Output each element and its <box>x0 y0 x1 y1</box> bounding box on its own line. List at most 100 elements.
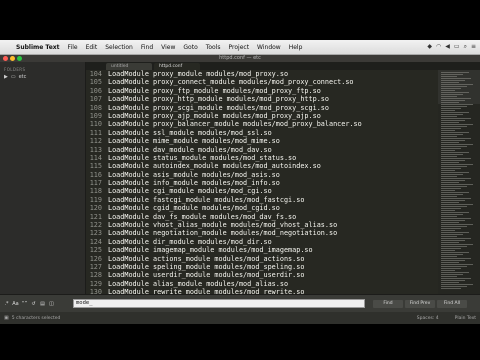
minimap-line <box>441 176 457 177</box>
in-selection-icon[interactable]: ▤ <box>39 300 46 307</box>
traffic-lights <box>3 56 22 61</box>
close-window-icon[interactable] <box>3 56 8 61</box>
find-all-button[interactable]: Find All <box>437 299 467 308</box>
sublime-window: httpd.conf — etc FOLDERS ▶ ▭ etc untitle… <box>0 55 480 324</box>
menu-project[interactable]: Project <box>225 44 254 51</box>
code-line[interactable]: 107 LoadModule proxy_http_module modules/… <box>86 95 438 103</box>
minimap-line <box>441 234 463 235</box>
minimap-line <box>441 164 473 165</box>
line-text: LoadModule proxy_scgi_module modules/mod… <box>108 103 329 112</box>
wifi-icon[interactable]: ◠ <box>436 43 441 51</box>
menu-tools[interactable]: Tools <box>202 44 225 51</box>
menubar-status-icons: ◆ ◠ ◀ ▭ ⌕ ≡ <box>427 43 480 51</box>
minimap-line <box>441 172 469 173</box>
code-line[interactable]: 124 LoadModule dir_module modules/mod_dir… <box>86 238 438 246</box>
spotlight-icon[interactable]: ⌕ <box>464 43 467 51</box>
dropbox-icon[interactable]: ◆ <box>427 43 432 51</box>
code-line[interactable]: 105 LoadModule proxy_connect_module modul… <box>86 78 438 86</box>
code-line[interactable]: 126 LoadModule actions_module modules/mod… <box>86 255 438 263</box>
menu-help[interactable]: Help <box>285 44 307 51</box>
minimap-line <box>441 100 465 101</box>
line-text: LoadModule fastcgi_module modules/mod_fa… <box>108 195 305 204</box>
minimap-line <box>441 88 461 89</box>
find-button[interactable]: Find <box>373 299 403 308</box>
code-line[interactable]: 123 LoadModule negotiation_module modules… <box>86 229 438 237</box>
line-number: 123 <box>89 229 102 238</box>
sidebar-folder-etc[interactable]: ▶ ▭ etc <box>0 73 85 81</box>
code-line[interactable]: 111 LoadModule ssl_module modules/mod_ssl… <box>86 129 438 137</box>
minimap-line <box>441 240 465 241</box>
minimap-line <box>441 156 457 157</box>
find-input[interactable]: mode_ <box>73 299 365 308</box>
minimap-line <box>441 200 465 201</box>
battery-icon[interactable]: ▭ <box>454 43 460 51</box>
code-line[interactable]: 112 LoadModule mime_module modules/mod_mi… <box>86 137 438 145</box>
wrap-icon[interactable]: ↺ <box>30 300 37 307</box>
disclosure-triangle-icon[interactable]: ▶ <box>4 74 8 80</box>
minimap-line <box>441 256 457 257</box>
minimap-line <box>441 218 471 219</box>
menu-file[interactable]: File <box>64 44 82 51</box>
line-text: LoadModule dir_module modules/mod_dir.so <box>108 237 272 246</box>
code-line[interactable]: 120 LoadModule cgid_module modules/mod_cg… <box>86 204 438 212</box>
minimap[interactable] <box>438 70 480 294</box>
minimap-line <box>441 196 457 197</box>
line-number: 127 <box>89 262 102 271</box>
minimap-line <box>441 266 467 267</box>
minimap-line <box>441 214 463 215</box>
minimap-line <box>441 280 465 281</box>
line-number: 116 <box>89 170 102 179</box>
status-syntax[interactable]: Plain Text <box>455 316 476 321</box>
menu-sublime-text[interactable]: Sublime Text <box>12 44 64 51</box>
tab-untitled[interactable]: untitled <box>106 63 152 70</box>
volume-icon[interactable]: ◀ <box>445 43 450 51</box>
find-prev-button[interactable]: Find Prev <box>405 299 435 308</box>
code-line[interactable]: 125 LoadModule imagemap_module modules/mo… <box>86 246 438 254</box>
menu-goto[interactable]: Goto <box>179 44 201 51</box>
line-number: 105 <box>89 78 102 87</box>
status-indentation[interactable]: Spaces: 4 <box>417 316 439 321</box>
tab-httpd-conf[interactable]: httpd.conf <box>154 63 200 70</box>
line-text: LoadModule vhost_alias_module modules/mo… <box>108 221 338 230</box>
code-line[interactable]: 110 LoadModule proxy_balancer_module modu… <box>86 120 438 128</box>
code-line[interactable]: 129 LoadModule alias_module modules/mod_a… <box>86 280 438 288</box>
minimap-line <box>441 86 467 87</box>
minimap-line <box>441 170 455 171</box>
notification-center-icon[interactable]: ≡ <box>471 43 476 51</box>
code-line[interactable]: 114 LoadModule status_module modules/mod_… <box>86 154 438 162</box>
code-line[interactable]: 122 LoadModule vhost_alias_module modules… <box>86 221 438 229</box>
code-line[interactable]: 121 LoadModule dav_fs_module modules/mod_… <box>86 213 438 221</box>
minimize-window-icon[interactable] <box>10 56 15 61</box>
code-line[interactable]: 128 LoadModule userdir_module modules/mod… <box>86 271 438 279</box>
whole-word-icon[interactable]: “” <box>21 300 28 307</box>
minimap-line <box>441 110 455 111</box>
code-line[interactable]: 119 LoadModule fastcgi_module modules/mod… <box>86 196 438 204</box>
code-line[interactable]: 109 LoadModule proxy_ajp_module modules/m… <box>86 112 438 120</box>
code-editor[interactable]: 104 LoadModule proxy_module modules/mod_p… <box>86 70 438 294</box>
regex-icon[interactable]: .* <box>3 300 10 307</box>
minimap-line <box>441 184 473 185</box>
minimap-line <box>441 238 471 239</box>
panel-toggle-icon[interactable]: ▣ <box>4 315 9 321</box>
code-line[interactable]: 104 LoadModule proxy_module modules/mod_p… <box>86 70 438 78</box>
minimap-line <box>441 270 455 271</box>
line-number: 110 <box>89 120 102 129</box>
code-line[interactable]: 113 LoadModule dav_module modules/mod_dav… <box>86 146 438 154</box>
line-number: 119 <box>89 195 102 204</box>
code-line[interactable]: 108 LoadModule proxy_scgi_module modules/… <box>86 104 438 112</box>
menu-find[interactable]: Find <box>137 44 157 51</box>
menu-window[interactable]: Window <box>253 44 285 51</box>
menu-view[interactable]: View <box>157 44 179 51</box>
highlight-icon[interactable]: ◫ <box>48 300 55 307</box>
code-line[interactable]: 117 LoadModule info_module modules/mod_in… <box>86 179 438 187</box>
zoom-window-icon[interactable] <box>17 56 22 61</box>
code-line[interactable]: 127 LoadModule speling_module modules/mod… <box>86 263 438 271</box>
code-line[interactable]: 106 LoadModule proxy_ftp_module modules/m… <box>86 87 438 95</box>
menu-selection[interactable]: Selection <box>101 44 137 51</box>
code-line[interactable]: 118 LoadModule cgi_module modules/mod_cgi… <box>86 187 438 195</box>
menu-edit[interactable]: Edit <box>82 44 102 51</box>
code-line[interactable]: 115 LoadModule autoindex_module modules/m… <box>86 162 438 170</box>
line-number: 128 <box>89 271 102 280</box>
case-icon[interactable]: Aa <box>12 300 19 307</box>
code-line[interactable]: 116 LoadModule asis_module modules/mod_as… <box>86 171 438 179</box>
